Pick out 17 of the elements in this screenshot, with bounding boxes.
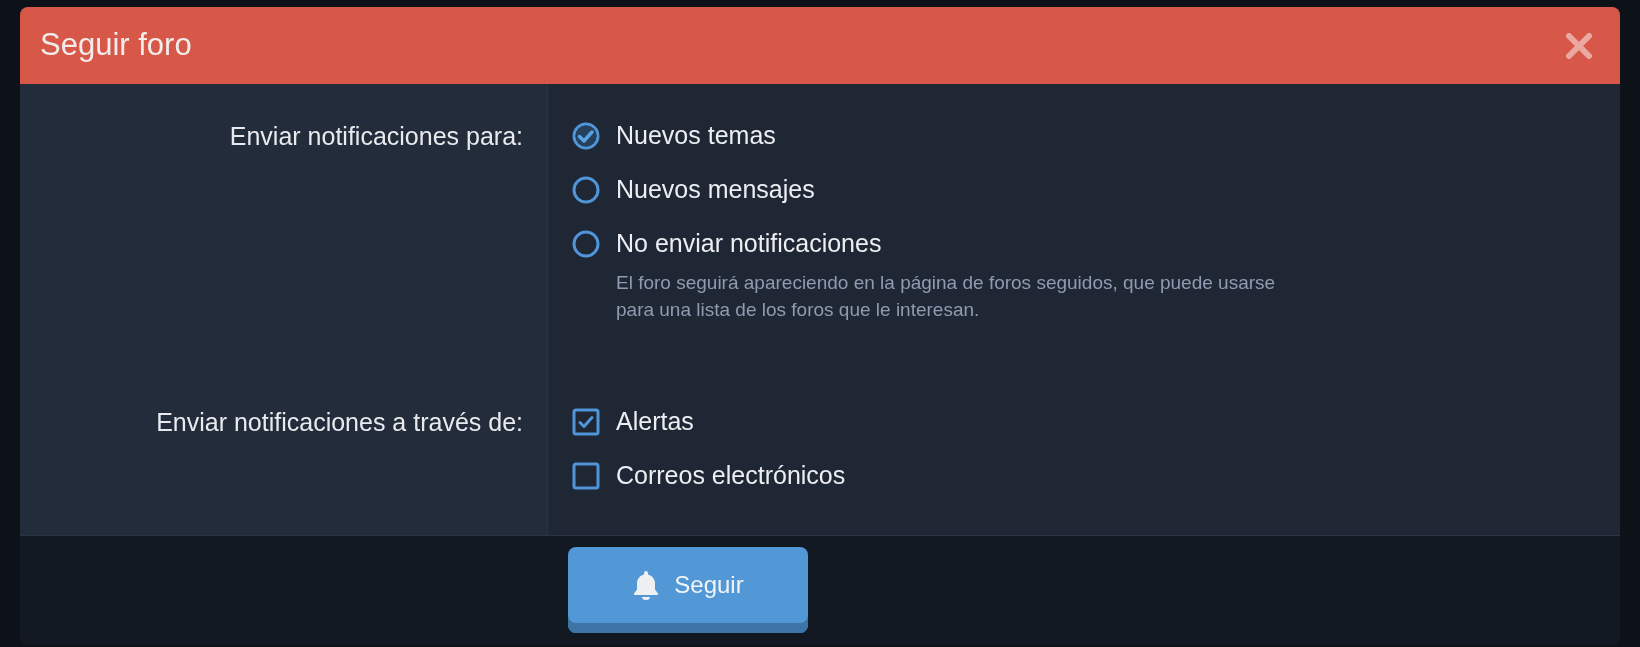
option-label: Alertas (616, 406, 694, 438)
section-label: Enviar notificaciones a través de: (156, 407, 523, 438)
checkbox[interactable] (572, 408, 600, 436)
dialog-title: Seguir foro (40, 26, 192, 65)
option-hint: El foro seguirá apareciendo en la página de foros seguidos, que puede usarse para una lista de los foros que le interesan. (616, 271, 1277, 322)
radio-button[interactable] (572, 230, 600, 258)
follow-button[interactable]: Seguir (568, 547, 808, 633)
option-label: No enviar notificaciones (616, 228, 882, 260)
radio-button[interactable] (572, 176, 600, 204)
option-label: Nuevos mensajes (616, 174, 815, 206)
option-label: Correos electrónicos (616, 460, 846, 492)
section-label: Enviar notificaciones para: (229, 121, 523, 152)
radio-button[interactable] (572, 122, 600, 150)
bell-icon (632, 570, 661, 600)
checkbox[interactable] (572, 462, 600, 490)
close-icon (1566, 32, 1592, 59)
option-label: Nuevos temas (616, 120, 776, 152)
